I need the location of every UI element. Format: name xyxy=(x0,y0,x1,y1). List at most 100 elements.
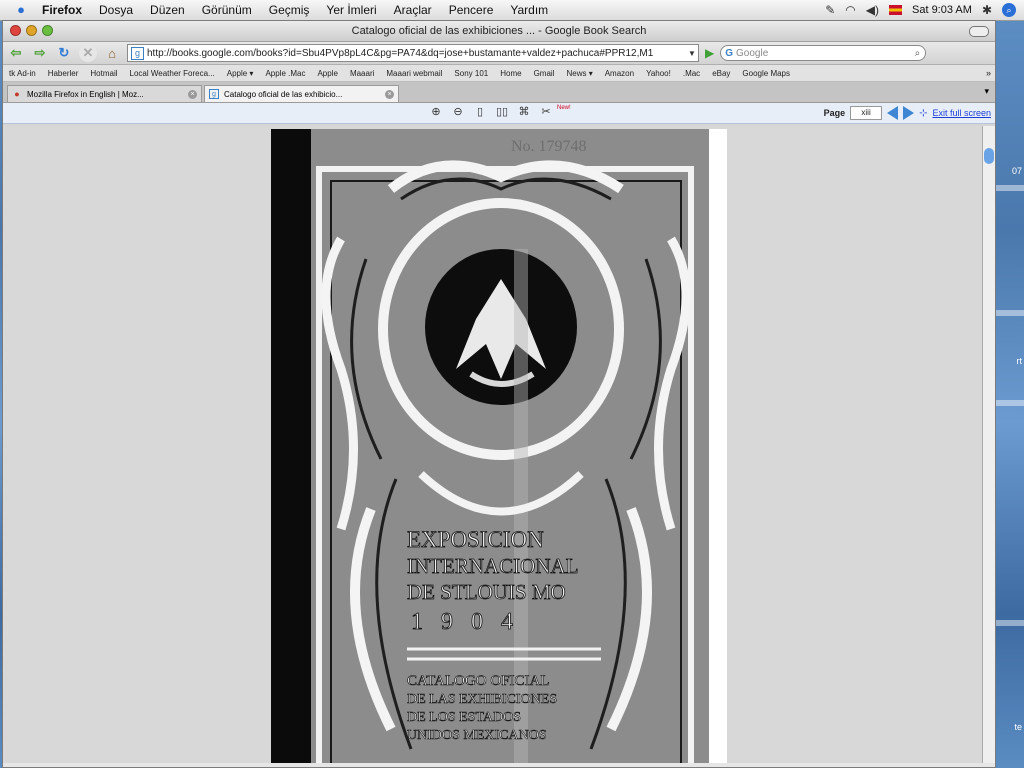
single-page-icon[interactable]: ▯ xyxy=(473,106,487,119)
bookmark-item[interactable]: Haberler xyxy=(48,69,79,78)
bookmark-item[interactable]: News ▾ xyxy=(566,69,592,78)
exit-full-screen-link[interactable]: Exit full screen xyxy=(932,108,991,118)
url-bar[interactable]: g http://books.google.com/books?id=Sbu4P… xyxy=(127,44,699,62)
page-label: Page xyxy=(823,108,846,118)
bookmark-item[interactable]: Sony 101 xyxy=(454,69,488,78)
bookmark-item[interactable]: Maaari xyxy=(350,69,374,78)
menu-yer-imleri[interactable]: Yer İmleri xyxy=(326,3,376,17)
page-navigation: Page xiii ⊹ Exit full screen xyxy=(824,106,991,120)
tab-list-icon[interactable]: ▾ xyxy=(984,86,989,97)
desktop-label: rt xyxy=(1016,356,1023,366)
search-icon[interactable]: ⌕ xyxy=(915,48,921,59)
menu-app-name[interactable]: Firefox xyxy=(42,3,82,17)
menu-clock[interactable]: Sat 9:03 AM xyxy=(912,4,972,16)
bookmark-item[interactable]: Gmail xyxy=(534,69,555,78)
bookmark-item[interactable]: Yahoo! xyxy=(646,69,671,78)
navigation-toolbar: ⇦ ⇨ ↻ ✕ ⌂ g http://books.google.com/book… xyxy=(3,42,995,65)
bookmarks-toolbar: tk Ad-in Haberler Hotmail Local Weather … xyxy=(3,65,995,82)
window-title: Catalogo oficial de las exhibiciones ...… xyxy=(351,25,647,37)
search-input[interactable]: G Google ⌕ xyxy=(720,45,927,61)
bookmarks-overflow-icon[interactable]: » xyxy=(986,68,991,78)
bookmark-item[interactable]: Apple ▾ xyxy=(227,69,254,78)
zoom-in-icon[interactable]: ⊕ xyxy=(429,106,443,119)
desktop-stripe xyxy=(994,310,1024,316)
bookmark-item[interactable]: tk Ad-in xyxy=(9,69,36,78)
search-engine-icon[interactable]: G xyxy=(725,48,733,59)
mac-menu-bar: ● Firefox Dosya Düzen Görünüm Geçmiş Yer… xyxy=(0,0,1024,21)
volume-icon[interactable]: ◀) xyxy=(866,3,879,17)
vertical-scrollbar[interactable] xyxy=(982,126,995,767)
link-icon[interactable]: ⌘ xyxy=(517,106,531,119)
menu-yardim[interactable]: Yardım xyxy=(510,3,548,17)
menu-duzen[interactable]: Düzen xyxy=(150,3,185,17)
tab-mozilla[interactable]: ● Mozilla Firefox in English | Moz... × xyxy=(7,85,202,102)
cover-subtitle-line: CATALOGO OFICIAL xyxy=(407,673,550,689)
back-button[interactable]: ⇦ xyxy=(7,44,25,62)
bookmark-item[interactable]: Home xyxy=(500,69,521,78)
menu-dosya[interactable]: Dosya xyxy=(99,3,133,17)
url-text[interactable]: http://books.google.com/books?id=Sbu4PVp… xyxy=(147,48,688,59)
desktop-stripe xyxy=(994,185,1024,191)
cover-top-text: No. 179748 xyxy=(511,138,587,155)
scrollbar-thumb[interactable] xyxy=(984,148,994,164)
close-tab-icon[interactable]: × xyxy=(188,89,197,99)
browser-window: Catalogo oficial de las exhibiciones ...… xyxy=(2,20,996,768)
cover-subtitle-line: DE LAS EXHIBICIONES xyxy=(407,692,557,707)
input-flag-icon[interactable] xyxy=(889,5,902,15)
bookmark-item[interactable]: .Mac xyxy=(683,69,700,78)
exit-fullscreen-icon[interactable]: ⊹ xyxy=(919,108,927,119)
tab-catalogo[interactable]: g Catalogo oficial de las exhibicio... × xyxy=(204,85,399,102)
apple-menu-icon[interactable]: ● xyxy=(14,3,28,17)
bluetooth-icon[interactable]: ✱ xyxy=(982,3,992,17)
cover-title-line: EXPOSICION xyxy=(407,527,544,552)
url-history-dropdown-icon[interactable]: ▼ xyxy=(688,49,698,58)
desktop-stripe xyxy=(994,620,1024,626)
minimize-window-button[interactable] xyxy=(26,25,37,36)
cover-title-line: DE STLOUIS MO xyxy=(407,580,566,604)
new-badge: New! xyxy=(557,104,571,111)
status-bar xyxy=(3,763,995,767)
menu-gorunum[interactable]: Görünüm xyxy=(202,3,252,17)
script-icon[interactable]: ✎ xyxy=(825,3,835,17)
book-viewer-area: No. 179748 EXPOSICION INTERNACIONAL DE S… xyxy=(3,126,985,767)
reload-icon[interactable]: ↻ xyxy=(55,44,73,62)
book-page-image[interactable]: No. 179748 EXPOSICION INTERNACIONAL DE S… xyxy=(271,129,727,767)
bookmark-item[interactable]: Apple xyxy=(317,69,337,78)
clip-icon[interactable]: ✂ xyxy=(539,106,553,119)
menu-gecmis[interactable]: Geçmiş xyxy=(269,3,310,17)
spotlight-icon[interactable]: ⌕ xyxy=(1002,3,1016,17)
menu-extras: ✎ ◠ ◀) Sat 9:03 AM ✱ ⌕ xyxy=(825,0,1016,20)
next-page-button[interactable] xyxy=(903,106,915,120)
google-books-favicon-icon: g xyxy=(209,89,219,99)
book-viewer-toolbar: ⊕ ⊖ ▯ ▯▯ ⌘ ✂ New! Page xiii ⊹ Exit full … xyxy=(3,103,995,124)
window-titlebar: Catalogo oficial de las exhibiciones ...… xyxy=(3,21,995,42)
toolbar-toggle-button[interactable] xyxy=(969,26,989,37)
tab-label: Mozilla Firefox in English | Moz... xyxy=(27,89,144,99)
viewer-tools: ⊕ ⊖ ▯ ▯▯ ⌘ ✂ New! xyxy=(429,104,575,119)
zoom-window-button[interactable] xyxy=(42,25,53,36)
page-input[interactable]: xiii xyxy=(850,106,883,120)
go-button[interactable]: ▶ xyxy=(705,46,714,60)
search-placeholder[interactable]: Google xyxy=(736,48,915,59)
wifi-icon[interactable]: ◠ xyxy=(845,3,855,17)
bookmark-item[interactable]: Apple .Mac xyxy=(265,69,305,78)
forward-button[interactable]: ⇨ xyxy=(31,44,49,62)
home-icon[interactable]: ⌂ xyxy=(103,44,121,62)
desktop-stripe xyxy=(994,400,1024,406)
window-controls xyxy=(10,25,53,36)
stop-icon[interactable]: ✕ xyxy=(79,44,97,62)
two-page-icon[interactable]: ▯▯ xyxy=(495,106,509,119)
menu-araclar[interactable]: Araçlar xyxy=(394,3,432,17)
bookmark-item[interactable]: Maaari webmail xyxy=(386,69,442,78)
close-tab-icon[interactable]: × xyxy=(385,89,394,99)
bookmark-item[interactable]: Amazon xyxy=(605,69,634,78)
bookmark-item[interactable]: Google Maps xyxy=(742,69,790,78)
bookmark-item[interactable]: Hotmail xyxy=(90,69,117,78)
previous-page-button[interactable] xyxy=(887,106,899,120)
bookmark-item[interactable]: eBay xyxy=(712,69,730,78)
cover-subtitle-line: DE LOS ESTADOS xyxy=(407,710,521,725)
bookmark-item[interactable]: Local Weather Foreca... xyxy=(130,69,215,78)
close-window-button[interactable] xyxy=(10,25,21,36)
menu-pencere[interactable]: Pencere xyxy=(449,3,494,17)
zoom-out-icon[interactable]: ⊖ xyxy=(451,106,465,119)
